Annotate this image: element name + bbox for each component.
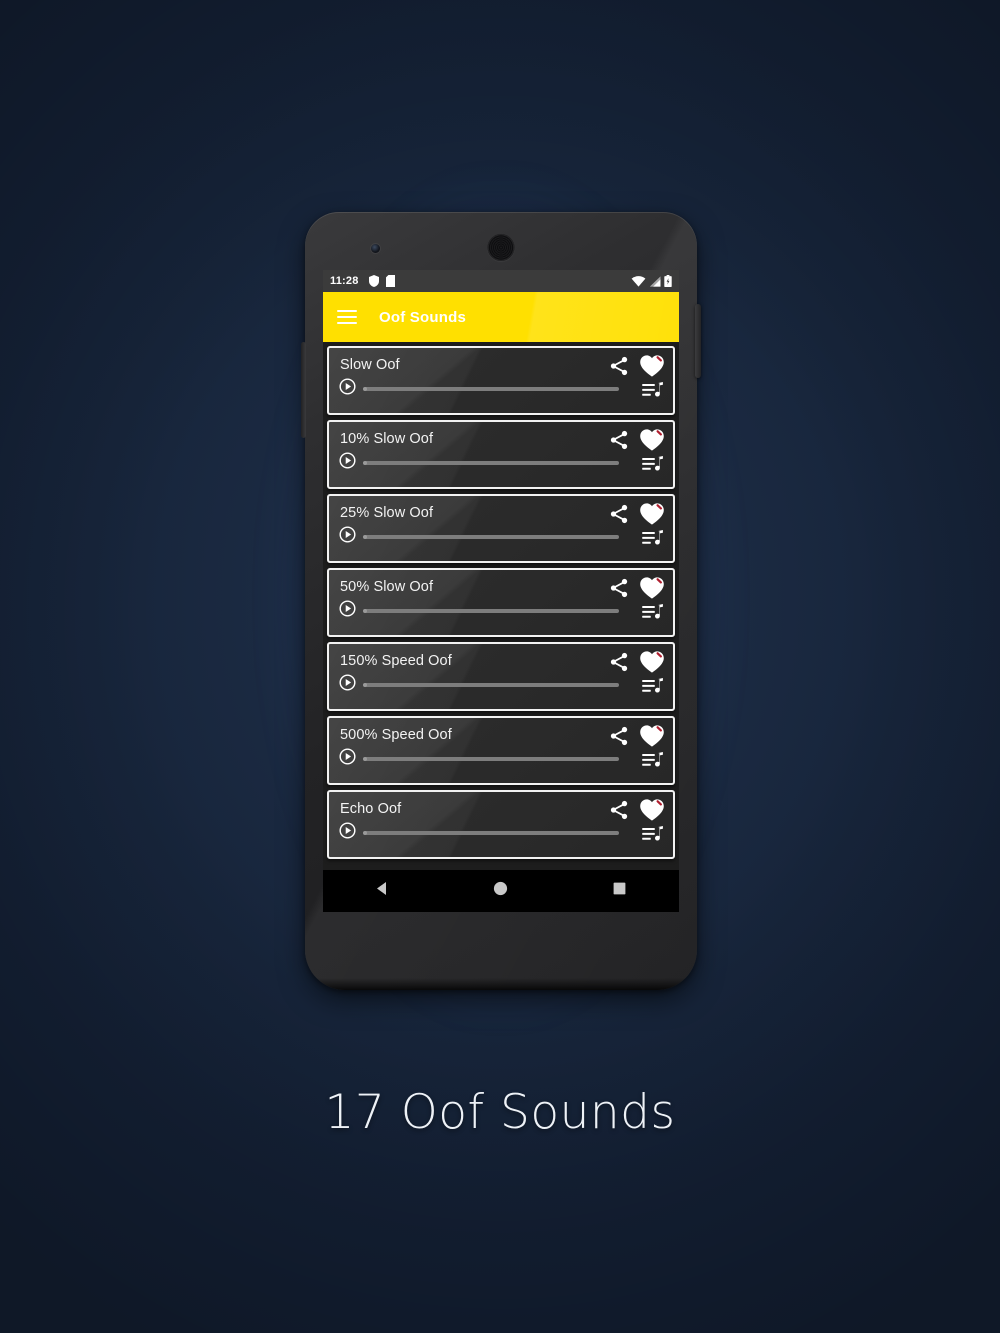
sound-title: 10% Slow Oof <box>340 431 434 447</box>
card-player <box>339 526 619 548</box>
sound-list[interactable]: Slow Oof 10% Slow Oof 25% Slow Oof 50% S… <box>323 342 679 912</box>
status-bar: 11:28 <box>323 270 679 292</box>
queue-music-icon[interactable] <box>642 826 664 849</box>
card-player <box>339 674 619 696</box>
seekbar[interactable] <box>363 757 619 761</box>
sound-card[interactable]: Slow Oof <box>327 346 675 415</box>
android-navigation-bar <box>323 870 679 912</box>
phone-body: 11:28 Oof Sounds Slow Oof 10% Slow Oof 2… <box>305 212 697 990</box>
play-circle-icon[interactable] <box>339 600 356 622</box>
sound-card[interactable]: 10% Slow Oof <box>327 420 675 489</box>
heart-icon[interactable] <box>639 724 665 753</box>
sound-title: Echo Oof <box>340 801 402 817</box>
queue-music-icon[interactable] <box>642 530 664 553</box>
seekbar[interactable] <box>363 387 619 391</box>
card-player <box>339 822 619 844</box>
app-toolbar: Oof Sounds <box>323 292 679 342</box>
seekbar[interactable] <box>363 609 619 613</box>
play-circle-icon[interactable] <box>339 674 356 696</box>
heart-icon[interactable] <box>639 650 665 679</box>
heart-icon[interactable] <box>639 354 665 383</box>
status-bar-left-icons <box>368 275 395 287</box>
play-circle-icon[interactable] <box>339 378 356 400</box>
seekbar[interactable] <box>363 831 619 835</box>
sound-title: 50% Slow Oof <box>340 579 434 595</box>
back-triangle-icon[interactable] <box>374 880 391 902</box>
sound-title: 500% Speed Oof <box>340 727 452 743</box>
sound-card[interactable]: 50% Slow Oof <box>327 568 675 637</box>
play-circle-icon[interactable] <box>339 822 356 844</box>
queue-music-icon[interactable] <box>642 604 664 627</box>
play-circle-icon[interactable] <box>339 526 356 548</box>
seekbar-thumb[interactable] <box>363 757 367 761</box>
home-circle-icon[interactable] <box>492 880 509 902</box>
heart-icon[interactable] <box>639 502 665 531</box>
seekbar[interactable] <box>363 683 619 687</box>
play-circle-icon[interactable] <box>339 452 356 474</box>
card-player <box>339 378 619 400</box>
recents-square-icon[interactable] <box>611 880 628 902</box>
queue-music-icon[interactable] <box>642 752 664 775</box>
play-circle-icon[interactable] <box>339 748 356 770</box>
seekbar-thumb[interactable] <box>363 831 367 835</box>
sound-card[interactable]: 500% Speed Oof <box>327 716 675 785</box>
card-player <box>339 452 619 474</box>
sim-card-icon <box>385 275 395 287</box>
card-player <box>339 600 619 622</box>
sound-card[interactable]: Echo Oof <box>327 790 675 859</box>
power-button[interactable] <box>695 304 701 378</box>
wifi-icon <box>631 275 646 287</box>
queue-music-icon[interactable] <box>642 456 664 479</box>
earpiece-speaker-icon <box>487 234 515 261</box>
phone-screen: 11:28 Oof Sounds Slow Oof 10% Slow Oof 2… <box>323 270 679 912</box>
phone-bottom-edge <box>309 978 693 990</box>
seekbar-thumb[interactable] <box>363 461 367 465</box>
volume-button[interactable] <box>301 342 306 438</box>
card-player <box>339 748 619 770</box>
app-title: Oof Sounds <box>379 308 466 326</box>
queue-music-icon[interactable] <box>642 382 664 405</box>
front-camera-icon <box>371 244 380 253</box>
sound-title: 150% Speed Oof <box>340 653 452 669</box>
heart-icon[interactable] <box>639 428 665 457</box>
seekbar-thumb[interactable] <box>363 609 367 613</box>
sound-title: 25% Slow Oof <box>340 505 434 521</box>
status-bar-clock: 11:28 <box>330 275 359 287</box>
seekbar-thumb[interactable] <box>363 535 367 539</box>
seekbar-thumb[interactable] <box>363 387 367 391</box>
cellular-signal-icon <box>649 275 661 287</box>
hamburger-menu-icon[interactable] <box>337 310 357 324</box>
status-bar-right-icons <box>631 275 672 287</box>
battery-icon <box>664 275 672 287</box>
seekbar[interactable] <box>363 535 619 539</box>
shield-icon <box>368 275 379 287</box>
seekbar-thumb[interactable] <box>363 683 367 687</box>
queue-music-icon[interactable] <box>642 678 664 701</box>
sound-card[interactable]: 25% Slow Oof <box>327 494 675 563</box>
seekbar[interactable] <box>363 461 619 465</box>
heart-icon[interactable] <box>639 798 665 827</box>
caption-text: 17 Oof Sounds <box>324 1085 676 1140</box>
phone-device: 11:28 Oof Sounds Slow Oof 10% Slow Oof 2… <box>301 212 701 990</box>
sound-card[interactable]: 150% Speed Oof <box>327 642 675 711</box>
sound-title: Slow Oof <box>340 357 400 373</box>
heart-icon[interactable] <box>639 576 665 605</box>
